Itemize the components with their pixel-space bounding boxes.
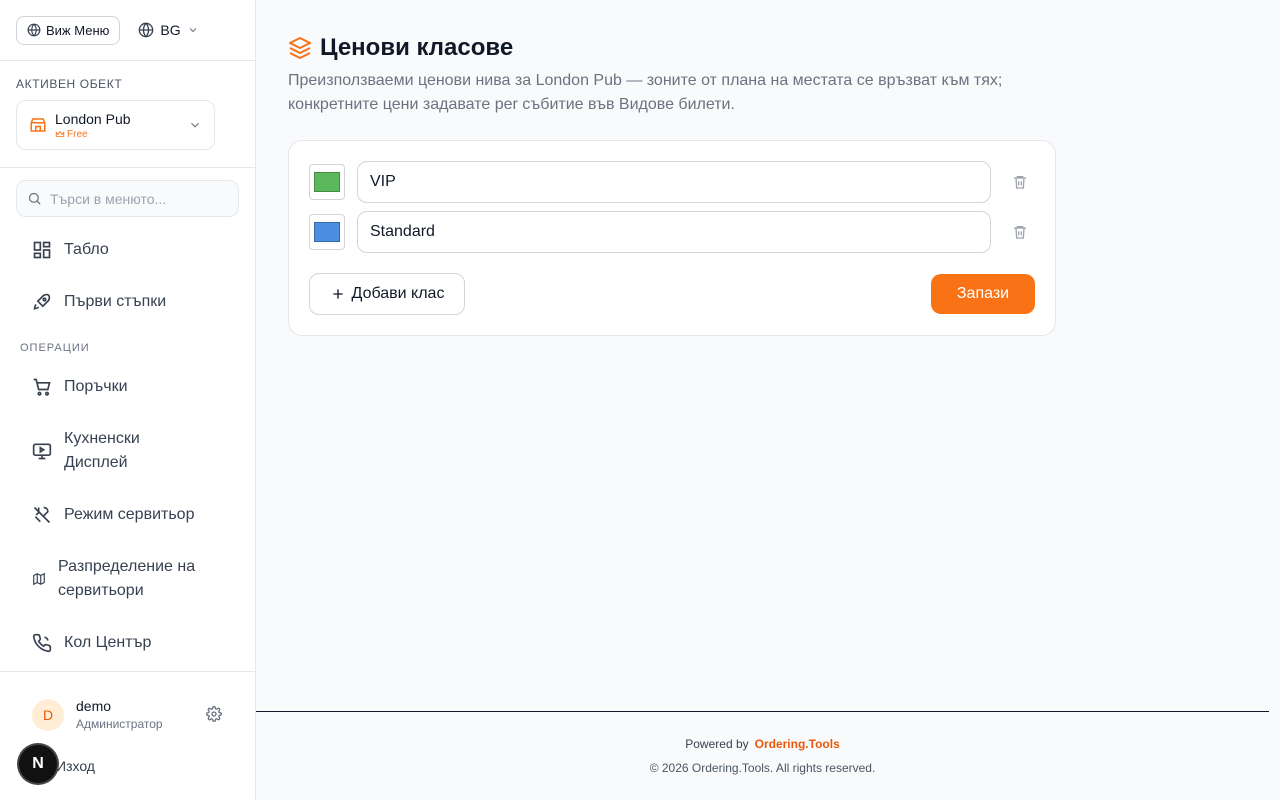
avatar: D <box>32 699 64 731</box>
view-menu-label: Виж Меню <box>46 22 110 38</box>
venue-selector[interactable]: London Pub Free <box>16 100 215 150</box>
sidebar-item-kitchen-display[interactable]: Кухненски Дисплей <box>0 427 255 475</box>
language-selector[interactable]: BG <box>138 22 198 38</box>
page-title: Ценови класове <box>320 34 514 61</box>
chevron-down-icon <box>187 24 199 36</box>
globe-icon <box>138 22 154 38</box>
powered-by-label: Powered by <box>685 737 749 751</box>
color-picker[interactable] <box>309 164 345 200</box>
brand-link[interactable]: Ordering.Tools <box>755 737 840 751</box>
price-class-name-input[interactable] <box>357 161 991 203</box>
sidebar-item-orders[interactable]: Поръчки <box>0 375 255 399</box>
price-class-row <box>309 211 1029 253</box>
sidebar-item-label: Първи стъпки <box>64 293 167 310</box>
price-classes-card: Добави клас Запази <box>288 140 1056 336</box>
sidebar-item-call-center[interactable]: Кол Център <box>0 631 255 655</box>
sidebar-item-getting-started[interactable]: Първи стъпки <box>0 290 255 314</box>
logout-button[interactable]: Изход <box>56 758 95 774</box>
gear-icon[interactable] <box>206 706 222 722</box>
page-header: Ценови класове <box>288 34 513 62</box>
footer: Powered by Ordering.Tools © 2026 Ordering… <box>256 711 1269 800</box>
map-icon <box>32 572 46 586</box>
trash-icon[interactable] <box>1011 223 1029 241</box>
search-icon <box>27 191 42 206</box>
plan-badge: Free <box>55 129 180 140</box>
venue-name: London Pub <box>55 110 131 127</box>
utensils-icon <box>32 505 52 525</box>
view-menu-button[interactable]: Виж Меню <box>16 15 121 45</box>
store-icon <box>29 116 47 134</box>
add-class-button[interactable]: Добави клас <box>309 273 465 315</box>
plan-label: Free <box>67 128 88 140</box>
language-label: BG <box>160 22 181 38</box>
save-button[interactable]: Запази <box>931 274 1035 314</box>
main-content: Ценови класове Преизползваеми ценови нив… <box>256 0 1280 711</box>
price-class-row <box>309 161 1029 203</box>
dashboard-icon <box>32 240 52 260</box>
trash-icon[interactable] <box>1011 173 1029 191</box>
sidebar-nav: Табло Първи стъпки ОПЕРАЦИИ Поръчки Кухн… <box>0 228 255 655</box>
sidebar-item-waiter-mode[interactable]: Режим сервитьор <box>0 503 255 527</box>
user-role: Администратор <box>76 717 163 731</box>
active-venue-label: АКТИВЕН ОБЕКТ <box>16 77 123 91</box>
layers-icon <box>288 36 312 60</box>
page-description: Преизползваеми ценови нива за London Pub… <box>288 72 1003 113</box>
globe-icon <box>27 23 41 37</box>
sidebar: Виж Меню BG АКТИВЕН ОБЕКТ London Pub Fre… <box>0 0 256 800</box>
rocket-icon <box>32 292 52 312</box>
nav-group-operations: ОПЕРАЦИИ <box>20 342 90 354</box>
color-picker[interactable] <box>309 214 345 250</box>
price-class-name-input[interactable] <box>357 211 991 253</box>
user-name: demo <box>76 698 112 714</box>
sidebar-item-label: Кухненски Дисплей <box>64 430 140 471</box>
powered-by: Powered by Ordering.Tools <box>256 737 1269 751</box>
monitor-icon <box>32 441 52 461</box>
menu-search <box>16 180 239 217</box>
color-swatch <box>314 172 340 192</box>
sidebar-item-label: Поръчки <box>64 378 128 395</box>
crown-icon <box>55 129 65 139</box>
sidebar-item-dashboard[interactable]: Табло <box>0 238 255 262</box>
sidebar-item-waiter-distribution[interactable]: Разпределение на сервитьори <box>0 555 255 603</box>
sidebar-item-label: Кол Център <box>64 634 152 651</box>
sidebar-item-label: Режим сервитьор <box>64 506 195 523</box>
color-swatch <box>314 222 340 242</box>
menu-search-input[interactable] <box>50 190 230 207</box>
dev-tools-badge[interactable]: N <box>19 745 57 783</box>
sidebar-item-label: Разпределение на сервитьори <box>58 558 196 599</box>
active-venue-section: АКТИВЕН ОБЕКТ London Pub Free <box>0 61 255 168</box>
copyright: © 2026 Ordering.Tools. All rights reserv… <box>649 761 876 775</box>
sidebar-item-label: Табло <box>64 241 109 258</box>
sidebar-topbar: Виж Меню BG <box>0 0 255 61</box>
add-class-label: Добави клас <box>351 285 445 302</box>
cart-icon <box>32 377 52 397</box>
plus-icon <box>330 286 346 302</box>
user-panel: D demo Администратор Изход N <box>0 671 255 800</box>
phone-icon <box>32 633 52 653</box>
chevron-down-icon <box>188 118 202 132</box>
